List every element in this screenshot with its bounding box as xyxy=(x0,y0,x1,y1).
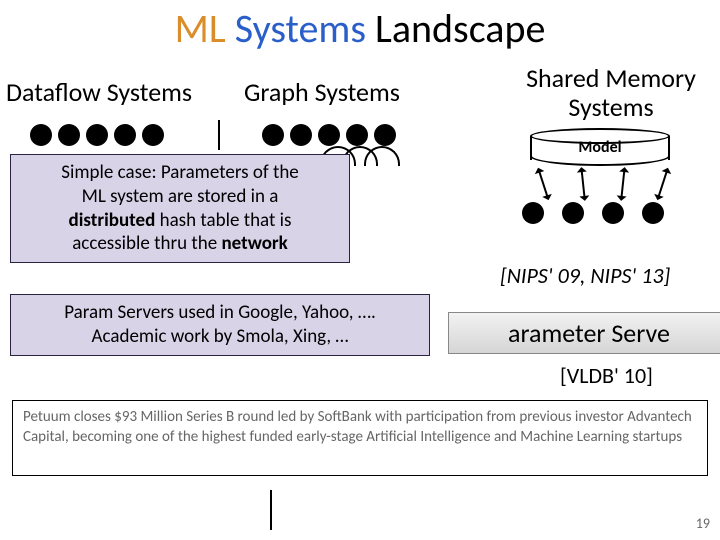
title-word-ml: ML xyxy=(175,4,226,53)
callout-line: Param Servers used in Google, Yahoo, …. xyxy=(21,301,419,325)
node-icon xyxy=(318,124,340,146)
node-icon xyxy=(642,202,664,224)
callout-line: Academic work by Smola, Xing, … xyxy=(21,325,419,349)
bidir-arrow-icon xyxy=(620,168,625,198)
callout-line: accessible thru the network xyxy=(21,232,339,256)
title-word-systems: Systems xyxy=(235,4,366,53)
model-label: Model xyxy=(530,138,670,157)
bidir-arrow-icon xyxy=(537,168,548,197)
node-icon xyxy=(602,202,624,224)
citation-nips: [NIPS' 09, NIPS' 13] xyxy=(500,262,670,289)
node-icon xyxy=(86,124,108,146)
title-word-landscape: Landscape xyxy=(375,4,545,53)
column-divider xyxy=(218,120,220,150)
node-icon xyxy=(346,124,368,146)
node-icon xyxy=(114,124,136,146)
slide: ML Systems Landscape Dataflow Systems Gr… xyxy=(0,0,720,540)
parameter-server-box: arameter Serve xyxy=(448,312,720,354)
column-heading-graph: Graph Systems xyxy=(244,76,400,108)
column-heading-shared: Shared Memory Systems xyxy=(506,64,716,121)
node-icon xyxy=(262,124,284,146)
bidir-arrow-icon xyxy=(657,168,668,197)
callout-simple-case: Simple case: Parameters of the ML system… xyxy=(10,154,350,263)
slide-title: ML Systems Landscape xyxy=(0,4,720,53)
callout-param-servers: Param Servers used in Google, Yahoo, …. … xyxy=(10,294,430,356)
node-icon xyxy=(374,124,396,146)
citation-vldb: [VLDB' 10] xyxy=(560,362,653,389)
node-icon xyxy=(30,124,52,146)
node-icon xyxy=(142,124,164,146)
column-heading-dataflow: Dataflow Systems xyxy=(6,76,192,108)
page-number: 19 xyxy=(696,515,710,532)
node-icon xyxy=(522,202,544,224)
node-icon xyxy=(562,202,584,224)
graph-nodes xyxy=(262,124,396,146)
news-snippet-box: Petuum closes $93 Million Series B round… xyxy=(12,400,708,476)
shared-memory-nodes xyxy=(522,202,664,224)
model-cylinder-icon: Model xyxy=(530,128,670,164)
bottom-divider xyxy=(270,490,272,530)
callout-line: distributed hash table that is xyxy=(21,209,339,233)
callout-line: ML system are stored in a xyxy=(21,185,339,209)
bidir-arrow-icon xyxy=(580,168,585,198)
node-icon xyxy=(58,124,80,146)
callout-line: Simple case: Parameters of the xyxy=(21,161,339,185)
node-icon xyxy=(290,124,312,146)
dataflow-nodes xyxy=(30,124,164,146)
